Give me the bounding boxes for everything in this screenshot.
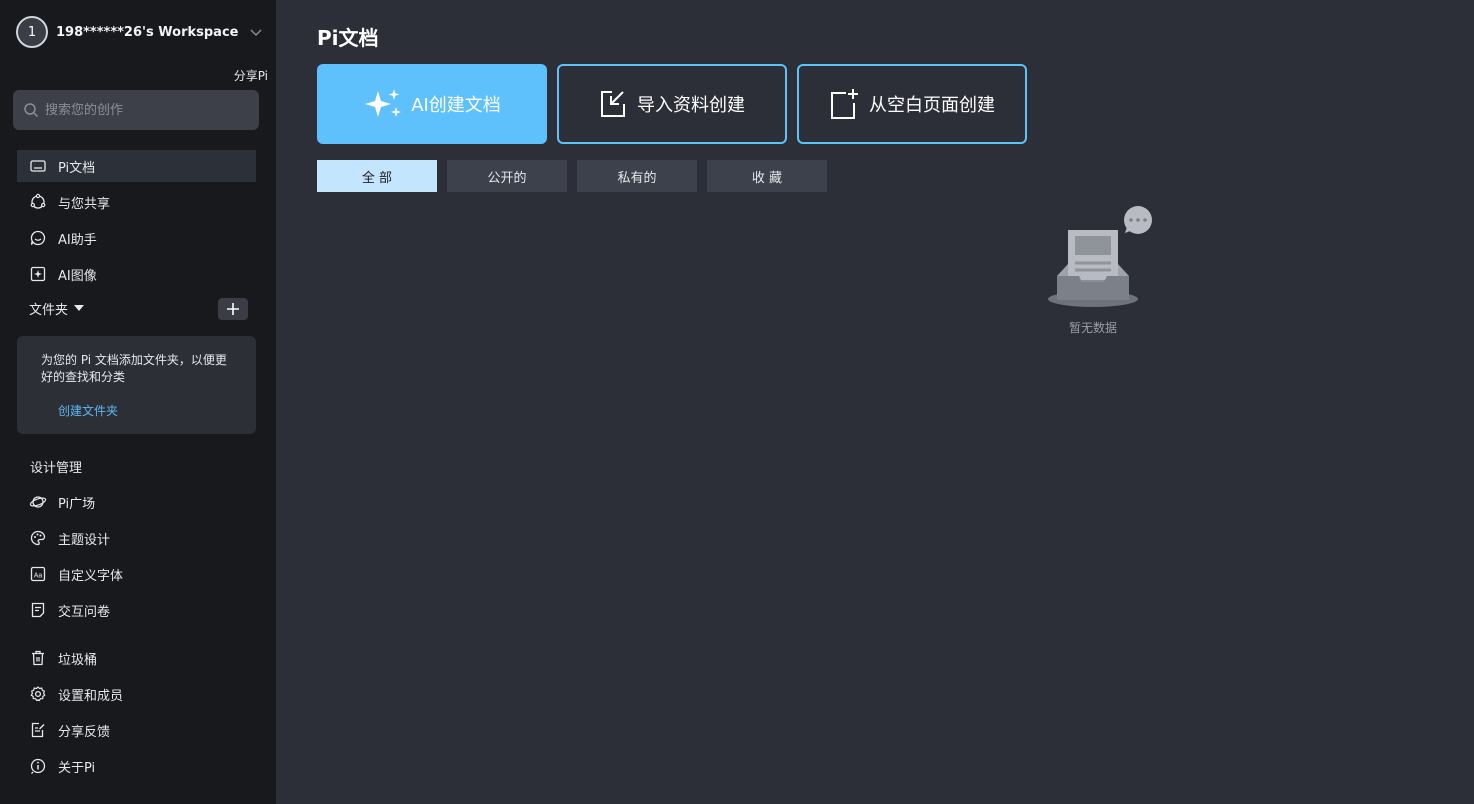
sparkle-icon (365, 89, 402, 117)
feedback-icon (31, 722, 45, 738)
sidebar-item-trash[interactable]: 垃圾桶 (17, 642, 256, 674)
sidebar-item-feedback[interactable]: 分享反馈 (17, 714, 256, 746)
design-section-title: 设计管理 (30, 461, 83, 476)
sidebar-item-label: 自定义字体 (58, 568, 124, 584)
new-page-icon (831, 89, 858, 119)
tab-all[interactable]: 全 部 (317, 160, 437, 192)
ai-create-doc-button[interactable]: AI创建文档 (317, 64, 547, 144)
tab-public[interactable]: 公开的 (447, 160, 567, 192)
sidebar-item-about[interactable]: 关于Pi (17, 750, 256, 782)
folders-header: 文件夹 (29, 296, 248, 320)
ai-image-icon (30, 266, 46, 282)
create-button-label: 从空白页面创建 (869, 95, 995, 116)
sidebar-item-survey[interactable]: 交互问卷 (17, 594, 256, 626)
sidebar-item-label: 主题设计 (58, 532, 111, 548)
trash-icon (32, 650, 44, 666)
tab-favorites[interactable]: 收 藏 (707, 160, 827, 192)
plus-icon (227, 303, 239, 315)
sidebar: 1 198******26's Workspace 分享Pi Pi文档 与您共享 (0, 0, 276, 804)
sidebar-item-settings[interactable]: 设置和成员 (17, 678, 256, 710)
empty-state-text: 暂无数据 (1068, 321, 1117, 335)
sidebar-item-label: 交互问卷 (58, 604, 111, 620)
planet-icon (29, 496, 47, 508)
share-pi-link[interactable]: 分享Pi (234, 67, 268, 84)
import-icon (601, 91, 625, 117)
workspace-switcher[interactable]: 1 198******26's Workspace (16, 16, 264, 48)
svg-text:Aa: Aa (34, 573, 43, 580)
palette-icon (30, 530, 46, 546)
add-folder-button[interactable] (218, 298, 248, 320)
chevron-down-icon (250, 29, 262, 37)
sidebar-item-custom-font[interactable]: Aa 自定义字体 (17, 558, 256, 590)
blank-page-create-button[interactable]: 从空白页面创建 (797, 64, 1027, 144)
folder-empty-card: 为您的 Pi 文档添加文件夹，以便更好的查找和分类 创建文件夹 (17, 336, 256, 434)
sidebar-item-ai-image[interactable]: AI图像 (17, 258, 256, 290)
sidebar-item-label: 垃圾桶 (58, 652, 98, 668)
sidebar-item-label: 关于Pi (58, 760, 96, 776)
search-icon (24, 103, 39, 118)
sidebar-item-pi-docs[interactable]: Pi文档 (17, 150, 256, 182)
sidebar-item-shared[interactable]: 与您共享 (17, 186, 256, 218)
search-box[interactable] (13, 90, 259, 130)
gear-icon (30, 686, 46, 702)
document-icon (30, 160, 46, 172)
folder-hint: 为您的 Pi 文档添加文件夹，以便更好的查找和分类 (41, 353, 227, 384)
sidebar-item-label: 设置和成员 (58, 688, 124, 704)
font-icon: Aa (30, 566, 46, 582)
sidebar-item-label: 与您共享 (58, 196, 111, 212)
sidebar-item-pi-plaza[interactable]: Pi广场 (17, 486, 256, 518)
create-folder-link[interactable]: 创建文件夹 (58, 402, 236, 419)
sidebar-item-label: AI助手 (58, 232, 97, 248)
workspace-name: 198******26's Workspace (56, 24, 239, 40)
survey-icon (31, 602, 45, 618)
sidebar-item-ai-assistant[interactable]: AI助手 (17, 222, 256, 254)
create-button-label: AI创建文档 (411, 95, 501, 116)
chat-icon (30, 230, 46, 246)
create-button-label: 导入资料创建 (637, 95, 745, 116)
caret-down-icon[interactable] (74, 305, 85, 311)
search-input[interactable] (45, 102, 245, 118)
sidebar-item-label: Pi文档 (58, 160, 96, 176)
import-create-button[interactable]: 导入资料创建 (557, 64, 787, 144)
tab-private[interactable]: 私有的 (577, 160, 697, 192)
folders-title[interactable]: 文件夹 (29, 299, 68, 318)
sidebar-item-label: AI图像 (58, 268, 97, 284)
sidebar-item-label: Pi广场 (58, 496, 96, 512)
share-icon (30, 193, 46, 209)
avatar: 1 (16, 16, 48, 48)
page-title: Pi文档 (317, 26, 379, 50)
sidebar-item-label: 分享反馈 (58, 724, 111, 740)
info-icon (30, 758, 46, 774)
sidebar-item-theme-design[interactable]: 主题设计 (17, 522, 256, 554)
